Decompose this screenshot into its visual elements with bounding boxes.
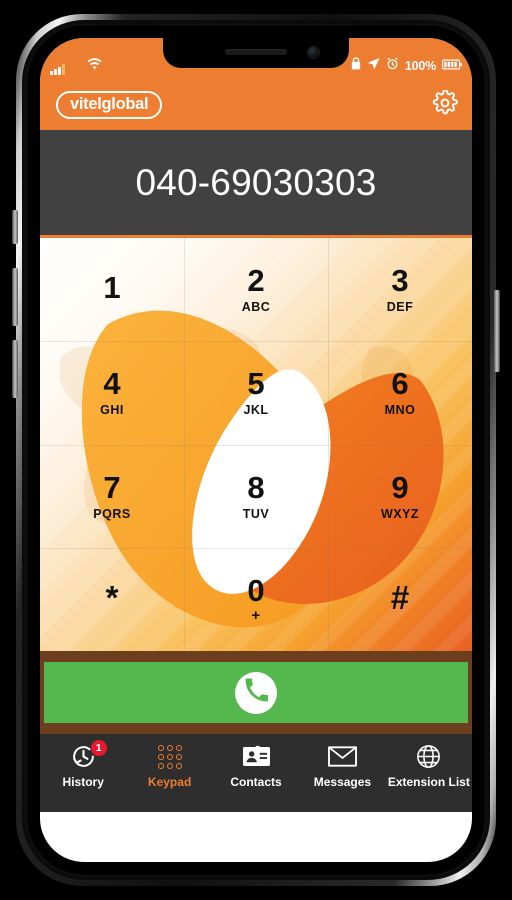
phone-screen: 100% vitelglobal 040-69030303 1 2 ABC 3 … [40,38,472,862]
key-digit: 5 [247,366,265,402]
battery-percent-label: 100% [404,59,436,73]
keypad-keys: 1 2 ABC 3 DEF 4 GHI 5 JKL 6 MNO 7 PQRS 8… [40,238,472,651]
status-bar-right: 100% [351,57,462,75]
location-arrow-icon [367,57,380,75]
app-bar: vitelglobal [40,80,472,130]
key-0[interactable]: 0 + [184,548,328,651]
mute-switch[interactable] [12,210,18,244]
key-digit: 4 [103,366,121,402]
key-letters: DEF [386,300,414,315]
key-digit: # [390,578,410,616]
key-digit: 0 [247,572,265,608]
brand-logo[interactable]: vitelglobal [56,91,163,119]
settings-button[interactable] [432,88,458,121]
key-7[interactable]: 7 PQRS [40,445,184,548]
nav-label: Extension List [387,775,470,789]
key-digit: 6 [391,366,409,402]
bottom-navigation: 1 History Keypad Contacts Messages Exten… [40,734,472,812]
key-hash[interactable]: # [328,548,472,651]
dialpad: 1 2 ABC 3 DEF 4 GHI 5 JKL 6 MNO 7 PQRS 8… [40,238,472,651]
key-digit: * [105,578,119,616]
key-6[interactable]: 6 MNO [328,341,472,444]
key-digit: 7 [103,469,121,505]
key-digit: 3 [391,263,409,299]
gear-icon [432,88,458,121]
key-letters: MNO [384,403,416,418]
key-letters: GHI [100,403,124,418]
key-digit: 8 [247,469,265,505]
nav-label: Messages [313,775,372,789]
key-8[interactable]: 8 TUV [184,445,328,548]
call-button-circle [235,671,277,714]
phone-mockup: 100% vitelglobal 040-69030303 1 2 ABC 3 … [0,0,512,900]
nav-item-messages[interactable]: Messages [299,743,385,789]
call-button[interactable] [44,662,468,723]
key-letters: + [251,606,261,624]
dialpad-icon [157,743,182,770]
key-letters: WXYZ [380,506,420,521]
nav-item-history[interactable]: 1 History [40,740,126,789]
key-digit: 2 [247,263,265,299]
key-letters: ABC [241,300,271,315]
notch [163,38,349,68]
nav-label: Keypad [147,775,192,789]
wifi-icon [87,57,102,75]
key-letters: PQRS [93,506,131,521]
battery-full-icon [442,57,462,75]
key-3[interactable]: 3 DEF [328,238,472,341]
number-display[interactable]: 040-69030303 [40,130,472,238]
nav-item-extension-list[interactable]: Extension List [386,743,472,789]
call-bar-frame [40,651,472,734]
history-clock-icon: 1 [71,740,107,770]
front-camera-icon [308,47,319,58]
key-9[interactable]: 9 WXYZ [328,445,472,548]
power-button[interactable] [494,290,500,372]
earpiece-speaker-icon [225,49,287,55]
volume-up-button[interactable] [12,268,18,326]
history-badge: 1 [90,740,107,756]
key-star[interactable]: * [40,548,184,651]
key-1[interactable]: 1 [40,238,184,341]
nav-label: Contacts [230,775,282,789]
dialed-number: 040-69030303 [135,161,377,203]
key-2[interactable]: 2 ABC [184,238,328,341]
phone-handset-icon [244,678,269,707]
globe-icon [416,743,441,770]
envelope-icon [327,743,357,770]
nav-item-contacts[interactable]: Contacts [213,743,299,789]
key-digit: 1 [103,270,121,306]
status-bar-left [50,57,102,75]
key-digit: 9 [391,469,409,505]
key-letters: TUV [242,506,270,521]
nav-item-keypad[interactable]: Keypad [126,743,212,789]
contact-card-icon [242,743,270,770]
key-letters: JKL [243,403,269,418]
signal-bars-icon [50,64,65,75]
key-5[interactable]: 5 JKL [184,341,328,444]
volume-down-button[interactable] [12,340,18,398]
key-4[interactable]: 4 GHI [40,341,184,444]
nav-label: History [62,775,104,789]
lock-icon [351,57,361,75]
alarm-clock-icon [386,57,399,75]
